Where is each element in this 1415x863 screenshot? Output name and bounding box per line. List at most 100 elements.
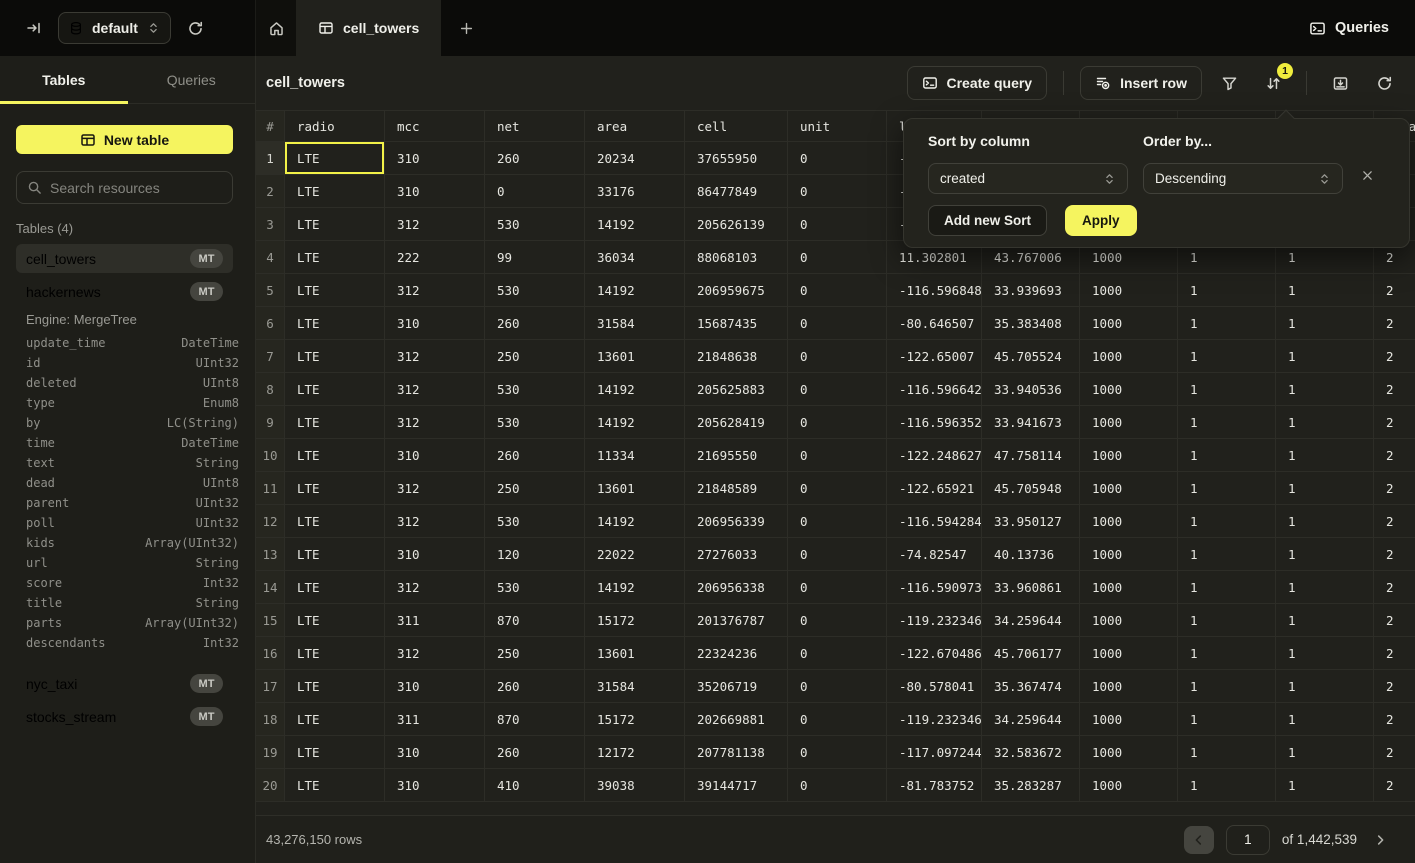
table-cell[interactable]: 1: [1276, 406, 1374, 439]
table-cell[interactable]: 205628419: [685, 406, 788, 439]
table-cell[interactable]: LTE: [285, 274, 385, 307]
table-cell[interactable]: 33176: [585, 175, 685, 208]
table-cell[interactable]: 312: [385, 274, 485, 307]
table-cell[interactable]: -80.646507: [887, 307, 982, 340]
selected-cell[interactable]: LTE: [285, 142, 385, 175]
table-cell[interactable]: 11334: [585, 439, 685, 472]
table-cell[interactable]: 34.259644: [982, 604, 1080, 637]
refresh-table-button[interactable]: [1367, 66, 1401, 100]
row-number[interactable]: 14: [256, 571, 285, 604]
table-cell[interactable]: 870: [485, 703, 585, 736]
sidebar-tab-queries[interactable]: Queries: [128, 56, 256, 103]
table-cell[interactable]: 1: [1276, 769, 1374, 802]
table-cell[interactable]: 12172: [585, 736, 685, 769]
table-cell[interactable]: 33.939693: [982, 274, 1080, 307]
table-cell[interactable]: 1: [1178, 505, 1276, 538]
table-cell[interactable]: 312: [385, 505, 485, 538]
table-cell[interactable]: 2: [1374, 307, 1415, 340]
collapse-sidebar-button[interactable]: [22, 16, 46, 40]
table-cell[interactable]: 22022: [585, 538, 685, 571]
table-cell[interactable]: LTE: [285, 769, 385, 802]
table-cell[interactable]: 14192: [585, 208, 685, 241]
add-new-sort-button[interactable]: Add new Sort: [928, 205, 1047, 236]
table-cell[interactable]: 86477849: [685, 175, 788, 208]
table-cell[interactable]: 260: [485, 307, 585, 340]
table-cell[interactable]: 1: [1276, 340, 1374, 373]
table-cell[interactable]: 37655950: [685, 142, 788, 175]
table-cell[interactable]: 31584: [585, 670, 685, 703]
table-cell[interactable]: LTE: [285, 703, 385, 736]
insert-row-button[interactable]: Insert row: [1080, 66, 1202, 100]
table-cell[interactable]: 0: [788, 142, 887, 175]
table-cell[interactable]: 1: [1178, 670, 1276, 703]
table-cell[interactable]: 45.706177: [982, 637, 1080, 670]
grid-column-header[interactable]: radio: [285, 111, 385, 142]
table-cell[interactable]: 13601: [585, 472, 685, 505]
table-cell[interactable]: 1000: [1080, 472, 1178, 505]
table-cell[interactable]: 1000: [1080, 736, 1178, 769]
row-number[interactable]: 6: [256, 307, 285, 340]
table-cell[interactable]: -122.248627: [887, 439, 982, 472]
table-cell[interactable]: 260: [485, 439, 585, 472]
table-cell[interactable]: 1000: [1080, 637, 1178, 670]
row-number[interactable]: 2: [256, 175, 285, 208]
table-cell[interactable]: 0: [788, 538, 887, 571]
table-cell[interactable]: 310: [385, 175, 485, 208]
table-cell[interactable]: 205625883: [685, 373, 788, 406]
table-cell[interactable]: 21695550: [685, 439, 788, 472]
table-cell[interactable]: 35.383408: [982, 307, 1080, 340]
table-cell[interactable]: -116.596642: [887, 373, 982, 406]
row-number[interactable]: 13: [256, 538, 285, 571]
table-cell[interactable]: 27276033: [685, 538, 788, 571]
table-cell[interactable]: 310: [385, 769, 485, 802]
table-cell[interactable]: LTE: [285, 637, 385, 670]
table-cell[interactable]: LTE: [285, 604, 385, 637]
table-cell[interactable]: 0: [788, 307, 887, 340]
grid-column-header[interactable]: net: [485, 111, 585, 142]
grid-column-header[interactable]: mcc: [385, 111, 485, 142]
table-cell[interactable]: 207781138: [685, 736, 788, 769]
table-cell[interactable]: 1: [1276, 604, 1374, 637]
table-cell[interactable]: 1: [1276, 703, 1374, 736]
table-cell[interactable]: 33.941673: [982, 406, 1080, 439]
table-cell[interactable]: -122.65007: [887, 340, 982, 373]
table-cell[interactable]: LTE: [285, 571, 385, 604]
table-cell[interactable]: LTE: [285, 241, 385, 274]
table-cell[interactable]: 120: [485, 538, 585, 571]
new-tab-button[interactable]: [441, 0, 491, 56]
table-cell[interactable]: 310: [385, 538, 485, 571]
table-cell[interactable]: 15172: [585, 604, 685, 637]
table-cell[interactable]: LTE: [285, 538, 385, 571]
table-cell[interactable]: 205626139: [685, 208, 788, 241]
table-cell[interactable]: 2: [1374, 472, 1415, 505]
table-cell[interactable]: 0: [788, 439, 887, 472]
table-cell[interactable]: 1: [1276, 505, 1374, 538]
table-cell[interactable]: 31584: [585, 307, 685, 340]
grid-column-header[interactable]: #: [256, 111, 285, 142]
table-cell[interactable]: 45.705948: [982, 472, 1080, 505]
table-cell[interactable]: 0: [788, 373, 887, 406]
table-cell[interactable]: 14192: [585, 373, 685, 406]
table-cell[interactable]: 1: [1178, 571, 1276, 604]
table-cell[interactable]: 2: [1374, 274, 1415, 307]
row-number[interactable]: 18: [256, 703, 285, 736]
table-cell[interactable]: 310: [385, 439, 485, 472]
table-cell[interactable]: LTE: [285, 439, 385, 472]
table-cell[interactable]: 13601: [585, 637, 685, 670]
sidebar-item-hackernews[interactable]: hackernews MT: [16, 277, 233, 306]
table-cell[interactable]: 1: [1276, 472, 1374, 505]
table-cell[interactable]: 530: [485, 373, 585, 406]
table-cell[interactable]: 0: [788, 175, 887, 208]
table-cell[interactable]: 1: [1276, 307, 1374, 340]
table-cell[interactable]: LTE: [285, 505, 385, 538]
table-cell[interactable]: 0: [788, 670, 887, 703]
table-cell[interactable]: 260: [485, 736, 585, 769]
table-cell[interactable]: 33.960861: [982, 571, 1080, 604]
table-cell[interactable]: LTE: [285, 406, 385, 439]
table-cell[interactable]: 47.758114: [982, 439, 1080, 472]
table-cell[interactable]: 1: [1178, 769, 1276, 802]
table-cell[interactable]: LTE: [285, 472, 385, 505]
table-cell[interactable]: 1: [1178, 439, 1276, 472]
table-cell[interactable]: 1000: [1080, 439, 1178, 472]
table-cell[interactable]: LTE: [285, 670, 385, 703]
